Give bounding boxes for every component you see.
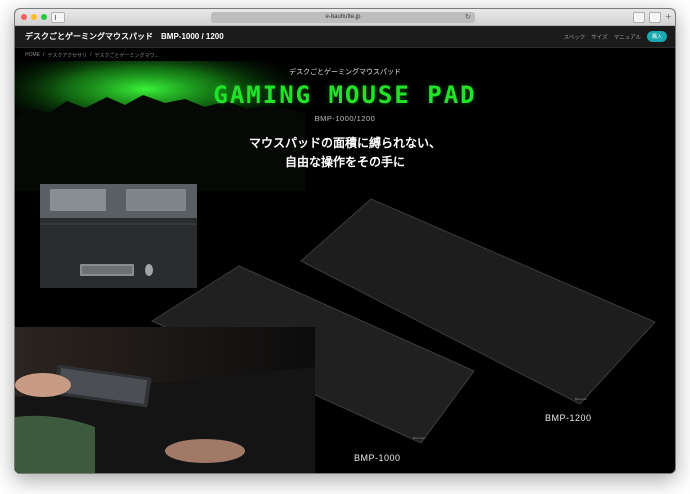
- breadcrumb-home[interactable]: HOME: [25, 52, 40, 59]
- site-header: デスクごとゲーミングマウスパッド BMP-1000 / 1200 スペック サイ…: [15, 26, 675, 48]
- nav-link-spec[interactable]: スペック: [564, 33, 586, 41]
- breadcrumb: HOME / デスクアクセサリ / デスクごとゲーミングマウ...: [25, 52, 159, 59]
- browser-toolbar: e-bauhutte.jp ↻ +: [15, 9, 675, 26]
- bmp-1200-label: BMP-1200: [545, 413, 592, 423]
- site-nav: スペック サイズ マニュアル 購入: [564, 31, 667, 42]
- breadcrumb-current: デスクごとゲーミングマウ...: [94, 53, 159, 59]
- buy-button[interactable]: 購入: [646, 31, 667, 42]
- share-button[interactable]: [633, 12, 645, 23]
- window-controls: [21, 14, 47, 20]
- gamer-illustration: [15, 327, 315, 473]
- page-title: デスクごとゲーミングマウスパッド BMP-1000 / 1200: [25, 32, 224, 41]
- address-bar-text: e-bauhutte.jp: [325, 14, 361, 20]
- bmp-1000-label: BMP-1000: [354, 453, 401, 463]
- breadcrumb-category[interactable]: デスクアクセサリ: [47, 52, 87, 59]
- close-window-button[interactable]: [21, 14, 27, 20]
- svg-text:Bauhutte: Bauhutte: [413, 436, 425, 440]
- nav-link-manual[interactable]: マニュアル: [614, 33, 641, 41]
- breadcrumb-separator: /: [90, 52, 92, 58]
- tab-overview-button[interactable]: [649, 12, 661, 23]
- new-tab-button[interactable]: +: [665, 12, 673, 23]
- address-bar[interactable]: e-bauhutte.jp ↻: [211, 12, 475, 23]
- sidebar-toggle-button[interactable]: [51, 12, 65, 23]
- gamer-photo: [15, 327, 315, 473]
- minimize-window-button[interactable]: [31, 14, 37, 20]
- nav-link-size[interactable]: サイズ: [591, 33, 607, 41]
- svg-text:Bauhutte: Bauhutte: [575, 397, 587, 401]
- hero-banner: デスクごとゲーミングマウスパッド GAMING MOUSE PAD BMP-10…: [15, 61, 675, 473]
- zoom-window-button[interactable]: [41, 14, 47, 20]
- breadcrumb-separator: /: [43, 52, 45, 58]
- browser-window: e-bauhutte.jp ↻ + デスクごとゲーミングマウスパッド BMP-1…: [14, 8, 676, 474]
- reload-icon[interactable]: ↻: [465, 12, 471, 23]
